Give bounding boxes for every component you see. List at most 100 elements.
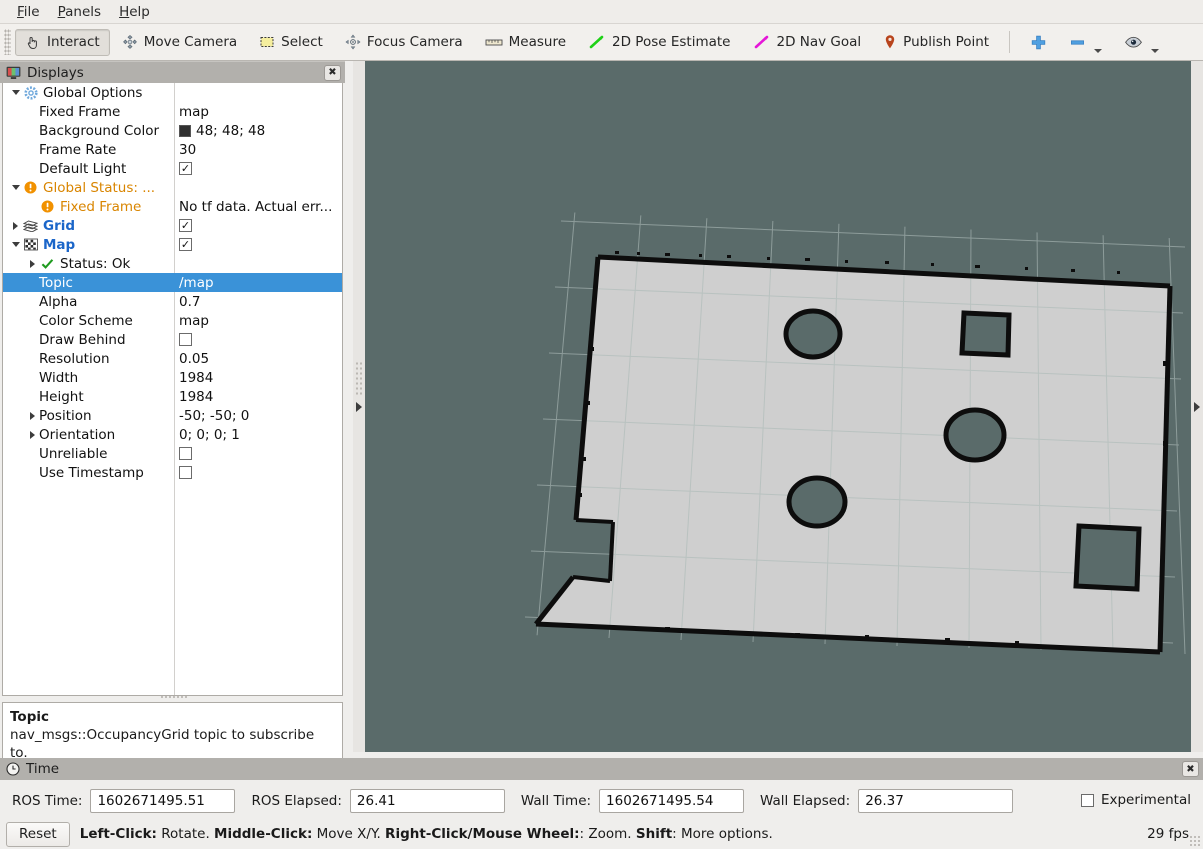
row-checkbox[interactable]: ✓ xyxy=(179,162,192,175)
right-dock-collapse-handle[interactable] xyxy=(1191,61,1203,752)
tool-2d-pose-estimate[interactable]: 2D Pose Estimate xyxy=(578,29,740,56)
tree-row[interactable]: Frame Rate30 xyxy=(3,140,342,159)
expand-arrow-right-icon[interactable] xyxy=(26,406,39,425)
eye-icon xyxy=(1124,34,1143,50)
tree-row[interactable]: Grid✓ xyxy=(3,216,342,235)
tree-row[interactable]: Orientation0; 0; 0; 1 xyxy=(3,425,342,444)
tool-move-camera[interactable]: Move Camera xyxy=(112,29,247,56)
displays-close-button[interactable]: ✖ xyxy=(324,65,341,81)
expand-arrow-down-icon[interactable] xyxy=(9,235,22,254)
tool-focus-camera[interactable]: Focus Camera xyxy=(335,29,473,56)
tool-select[interactable]: Select xyxy=(249,29,333,56)
menu-item-panels[interactable]: Panels xyxy=(49,2,110,22)
tree-row-value[interactable] xyxy=(179,463,192,482)
tree-row-value[interactable]: No tf data. Actual err... xyxy=(179,197,332,216)
tool-visibility[interactable] xyxy=(1114,29,1169,56)
expand-arrow-right-icon[interactable] xyxy=(9,216,22,235)
hand-cursor-icon xyxy=(25,34,41,50)
tree-row[interactable]: Global Status: ... xyxy=(3,178,342,197)
tree-row-value[interactable]: 1984 xyxy=(179,368,213,387)
minus-icon xyxy=(1069,34,1086,51)
chevron-down-icon[interactable] xyxy=(1151,49,1159,53)
tree-row-value[interactable]: map xyxy=(179,102,209,121)
tree-row[interactable]: Use Timestamp xyxy=(3,463,342,482)
menu-file-rest: ile xyxy=(24,4,40,20)
tree-row-value[interactable]: ✓ xyxy=(179,159,192,178)
row-checkbox[interactable]: ✓ xyxy=(179,238,192,251)
row-checkbox[interactable]: ✓ xyxy=(179,219,192,232)
color-swatch[interactable] xyxy=(179,125,191,137)
tree-twisty-empty xyxy=(26,197,39,216)
tree-row-label: Resolution xyxy=(39,351,110,367)
row-checkbox[interactable] xyxy=(179,466,192,479)
expand-arrow-down-icon[interactable] xyxy=(9,178,22,197)
tool-interact[interactable]: Interact xyxy=(15,29,110,56)
tool-publish-point[interactable]: Publish Point xyxy=(873,29,999,56)
expand-arrow-right-icon[interactable] xyxy=(26,254,39,273)
render-viewport-3d[interactable] xyxy=(365,61,1191,752)
tree-row-value[interactable]: 30 xyxy=(179,140,196,159)
focus-camera-icon xyxy=(345,34,361,50)
tree-row-value[interactable]: /map xyxy=(179,273,214,292)
experimental-toggle[interactable]: Experimental xyxy=(1081,792,1191,808)
experimental-checkbox[interactable] xyxy=(1081,794,1094,807)
tool-add-display[interactable] xyxy=(1020,29,1057,56)
tree-row[interactable]: Resolution 0.05 xyxy=(3,349,342,368)
tree-row[interactable]: Default Light✓ xyxy=(3,159,342,178)
tool-measure[interactable]: Measure xyxy=(475,29,576,56)
wall-elapsed-input[interactable]: 26.37 xyxy=(858,789,1013,813)
tree-row-value[interactable] xyxy=(179,330,192,349)
tree-row[interactable]: Color Schememap xyxy=(3,311,342,330)
displays-monitor-icon xyxy=(6,66,21,80)
row-value-text: map xyxy=(179,313,209,329)
tree-row-value[interactable]: ✓ xyxy=(179,235,192,254)
move-camera-icon xyxy=(122,34,138,50)
tree-row[interactable]: Width1984 xyxy=(3,368,342,387)
ros-time-input[interactable]: 1602671495.51 xyxy=(90,789,235,813)
tree-row[interactable]: Topic/map xyxy=(3,273,342,292)
tree-row-value[interactable]: -50; -50; 0 xyxy=(179,406,249,425)
tree-row[interactable]: Global Options xyxy=(3,83,342,102)
row-value-text: map xyxy=(179,104,209,120)
tree-row[interactable]: Fixed Framemap xyxy=(3,102,342,121)
tree-row-value[interactable]: 0.05 xyxy=(179,349,209,368)
tree-row[interactable]: Background Color48; 48; 48 xyxy=(3,121,342,140)
tool-remove-display[interactable] xyxy=(1059,29,1112,56)
tree-row-value[interactable]: 0; 0; 0; 1 xyxy=(179,425,240,444)
tree-row[interactable]: Height1984 xyxy=(3,387,342,406)
tree-row[interactable]: Draw Behind xyxy=(3,330,342,349)
tree-row[interactable]: Map✓ xyxy=(3,235,342,254)
time-panel-titlebar: Time ✖ xyxy=(0,758,1203,780)
tree-row[interactable]: Fixed FrameNo tf data. Actual err... xyxy=(3,197,342,216)
panel-splitter[interactable] xyxy=(160,695,188,700)
tree-row-value[interactable]: ✓ xyxy=(179,216,192,235)
row-checkbox[interactable] xyxy=(179,447,192,460)
left-dock-collapse-handle[interactable] xyxy=(353,61,365,752)
displays-tree[interactable]: Global OptionsFixed FramemapBackground C… xyxy=(2,83,343,696)
menu-item-help[interactable]: Help xyxy=(110,2,159,22)
menu-item-file[interactable]: File xyxy=(8,2,49,22)
tree-row[interactable]: Status: Ok xyxy=(3,254,342,273)
tree-row-value[interactable]: 48; 48; 48 xyxy=(179,121,265,140)
time-close-button[interactable]: ✖ xyxy=(1182,761,1199,777)
ros-elapsed-input[interactable]: 26.41 xyxy=(350,789,505,813)
tree-row-value[interactable]: 1984 xyxy=(179,387,213,406)
map-icon xyxy=(22,238,39,251)
expand-arrow-down-icon[interactable] xyxy=(9,83,22,102)
window-resize-grip[interactable] xyxy=(1189,835,1201,847)
wall-time-input[interactable]: 1602671495.54 xyxy=(599,789,744,813)
tree-row[interactable]: Unreliable xyxy=(3,444,342,463)
hint-right-click-text: : Zoom. xyxy=(580,826,636,842)
chevron-down-icon[interactable] xyxy=(1094,49,1102,53)
tool-2d-nav-goal[interactable]: 2D Nav Goal xyxy=(743,29,872,56)
map-free-space xyxy=(536,257,1170,652)
tree-row-value[interactable]: map xyxy=(179,311,209,330)
expand-arrow-right-icon[interactable] xyxy=(26,425,39,444)
toolbar-drag-grip[interactable] xyxy=(4,29,11,55)
tree-row[interactable]: Position-50; -50; 0 xyxy=(3,406,342,425)
tree-row[interactable]: Alpha0.7 xyxy=(3,292,342,311)
reset-button[interactable]: Reset xyxy=(6,822,70,847)
row-checkbox[interactable] xyxy=(179,333,192,346)
tree-row-value[interactable] xyxy=(179,444,192,463)
tree-row-value[interactable]: 0.7 xyxy=(179,292,200,311)
